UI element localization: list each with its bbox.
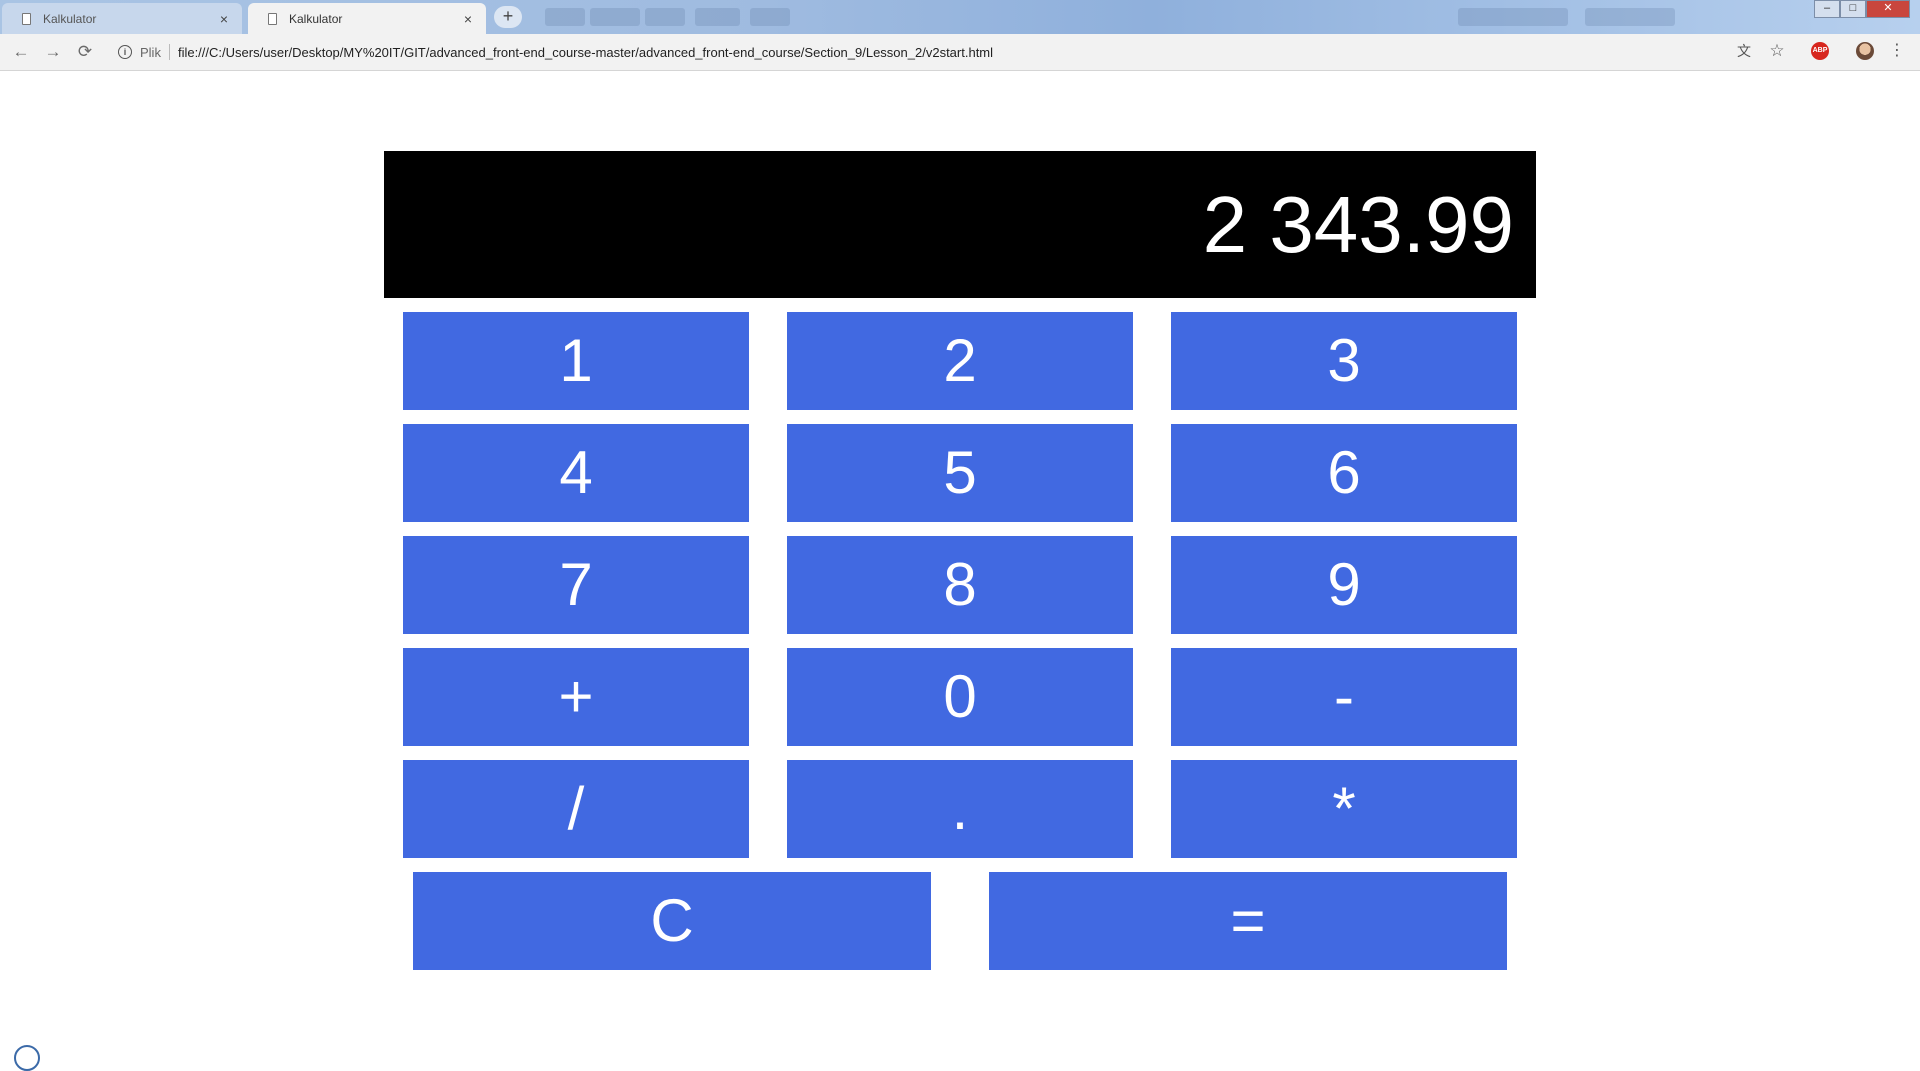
key-decimal[interactable]: . (787, 760, 1133, 858)
document-icon (22, 12, 31, 25)
tab-title: Kalkulator (289, 11, 343, 26)
key-7[interactable]: 7 (403, 536, 749, 634)
key-2[interactable]: 2 (787, 312, 1133, 410)
key-5[interactable]: 5 (787, 424, 1133, 522)
browser-toolbar: ← → ⟳ i Plik file:///C:/Users/user/Deskt… (0, 34, 1920, 71)
bookmark-star-icon[interactable]: ☆ (1768, 42, 1786, 60)
key-plus[interactable]: + (403, 648, 749, 746)
reload-button[interactable]: ⟳ (75, 42, 95, 62)
key-4[interactable]: 4 (403, 424, 749, 522)
corner-circle-icon (14, 1045, 40, 1071)
key-6[interactable]: 6 (1171, 424, 1517, 522)
maximize-button[interactable]: □ (1840, 0, 1866, 18)
url-text[interactable]: file:///C:/Users/user/Desktop/MY%20IT/GI… (178, 45, 993, 60)
menu-icon[interactable]: ⋮ (1888, 42, 1906, 60)
new-tab-button[interactable]: + (494, 6, 522, 28)
tab-strip: Kalkulator × Kalkulator × + – □ ✕ (0, 0, 1920, 34)
key-8[interactable]: 8 (787, 536, 1133, 634)
tab-title: Kalkulator (43, 11, 97, 26)
key-9[interactable]: 9 (1171, 536, 1517, 634)
tab-close-icon[interactable]: × (216, 11, 232, 27)
background-window-ghost (1458, 8, 1568, 26)
adblock-icon[interactable]: ABP (1811, 42, 1829, 60)
key-minus[interactable]: - (1171, 648, 1517, 746)
tab-close-icon[interactable]: × (460, 11, 476, 27)
background-window-ghost (645, 8, 685, 26)
address-bar[interactable]: i Plik file:///C:/Users/user/Desktop/MY%… (108, 38, 1788, 66)
clear-button[interactable]: C (413, 872, 931, 970)
divider (168, 44, 170, 60)
document-icon (268, 12, 277, 25)
translate-icon[interactable]: 文 (1735, 42, 1753, 60)
tab-kalkulator-2[interactable]: Kalkulator × (248, 3, 486, 34)
minimize-button[interactable]: – (1814, 0, 1840, 18)
background-window-ghost (590, 8, 640, 26)
background-window-ghost (545, 8, 585, 26)
forward-button[interactable]: → (43, 42, 63, 62)
key-multiply[interactable]: * (1171, 760, 1517, 858)
background-window-ghost (750, 8, 790, 26)
tab-kalkulator-1[interactable]: Kalkulator × (2, 3, 242, 34)
close-window-button[interactable]: ✕ (1866, 0, 1910, 18)
background-window-ghost (1585, 8, 1675, 26)
background-window-ghost (695, 8, 740, 26)
back-button[interactable]: ← (11, 42, 31, 62)
equals-button[interactable]: = (989, 872, 1507, 970)
info-icon[interactable]: i (118, 45, 132, 59)
calculator-display: 2 343.99 (384, 151, 1536, 298)
key-divide[interactable]: / (403, 760, 749, 858)
profile-avatar[interactable] (1856, 42, 1874, 60)
key-0[interactable]: 0 (787, 648, 1133, 746)
scheme-label: Plik (140, 44, 161, 60)
key-1[interactable]: 1 (403, 312, 749, 410)
key-3[interactable]: 3 (1171, 312, 1517, 410)
